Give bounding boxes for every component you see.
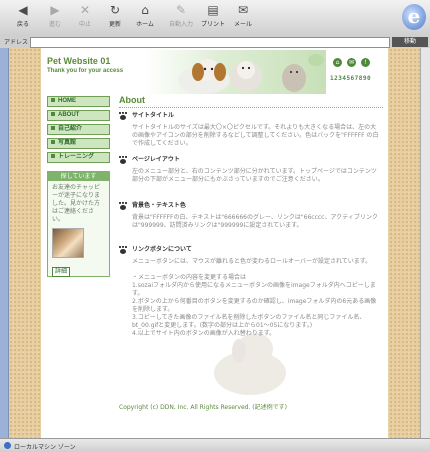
section-page-layout: ページレイアウト 左のメニュー部分と、右のコンテンツ部分に分かれています。トップ… xyxy=(119,155,385,184)
status-bar: ローカルマシン ゾーン xyxy=(0,438,430,452)
back-icon: ◀ xyxy=(18,3,28,17)
back-button[interactable]: ◀ 戻る xyxy=(8,3,38,28)
nav-bullet-icon xyxy=(51,112,55,117)
browser-toolbar: ◀ 戻る ▶ 進む ✕ 中止 ↻ 更新 ⌂ ホーム ✎ 自動入力 ▤ プリント … xyxy=(0,0,430,37)
pets-header-image xyxy=(146,50,326,94)
section-site-title: サイトタイトル サイトタイトルのサイズは最大〇×〇ピクセルです。それよりも大きく… xyxy=(119,111,385,148)
address-label: アドレス xyxy=(4,39,29,46)
section-colors: 背景色・テキスト色 背景は"FFFFFFの白、テキストは"666666のグレー、… xyxy=(119,201,385,230)
paw-icon xyxy=(119,111,127,120)
explorer-bar[interactable] xyxy=(0,48,9,438)
nav-label: 写真館 xyxy=(58,140,77,146)
section-body: 左のメニュー部分と、右のコンテンツ部分に分かれています。トップページではコンテン… xyxy=(132,168,377,183)
refresh-button[interactable]: ↻ 更新 xyxy=(100,3,130,28)
nav-photos[interactable]: 写真館 xyxy=(47,138,110,149)
site-subtitle: Thank you for your access xyxy=(47,68,124,74)
vertical-scrollbar[interactable] xyxy=(420,48,430,438)
lost-pet-box: 探しています お友達のチャッピーが迷子になりました。見かけた方はご連絡ください。… xyxy=(47,171,110,277)
mail-label: メール xyxy=(233,21,252,28)
page-viewport: Pet Website 01 Thank you for your access xyxy=(9,48,430,438)
stop-icon: ✕ xyxy=(79,3,91,17)
lost-pet-photo xyxy=(52,228,84,258)
nav-label: トレーニング xyxy=(58,154,95,160)
autofill-label: 自動入力 xyxy=(168,21,193,28)
copyright-footer: Copyright (c) DDN, Inc. All Rights Reser… xyxy=(119,404,287,411)
stop-button[interactable]: ✕ 中止 xyxy=(70,3,100,28)
title-divider xyxy=(119,107,383,108)
forward-icon: ▶ xyxy=(50,3,60,17)
home-label: ホーム xyxy=(136,21,154,28)
info-icon[interactable]: ! xyxy=(361,58,370,67)
autofill-button[interactable]: ✎ 自動入力 xyxy=(166,3,196,28)
refresh-label: 更新 xyxy=(108,21,121,28)
status-text: ローカルマシン ゾーン xyxy=(14,444,76,451)
stop-label: 中止 xyxy=(78,21,91,28)
print-label: プリント xyxy=(200,21,225,28)
access-counter: 1234567890 xyxy=(330,75,372,82)
section-heading: リンクボタンについて xyxy=(132,246,192,253)
print-button[interactable]: ▤ プリント xyxy=(198,3,228,28)
main-content: About サイトタイトル サイトタイトルのサイズは最大〇×〇ピクセルです。それ… xyxy=(119,95,385,438)
zone-icon xyxy=(4,442,11,449)
home-icon: ⌂ xyxy=(141,3,149,17)
print-icon: ▤ xyxy=(207,3,219,17)
nav-label: 自己紹介 xyxy=(58,126,83,132)
nav-bullet-icon xyxy=(51,98,55,103)
paw-icon xyxy=(119,155,127,164)
home-button[interactable]: ⌂ ホーム xyxy=(130,3,160,28)
lost-pet-text: お友達のチャッピーが迷子になりました。見かけた方はご連絡ください。 xyxy=(52,184,101,223)
home-icon[interactable]: ⌂ xyxy=(333,58,342,67)
go-button[interactable]: 移動 xyxy=(392,37,428,47)
back-label: 戻る xyxy=(16,21,29,28)
sidebar: HOME ABOUT 自己紹介 写真館 トレーニング 探しています お友達のチャ… xyxy=(41,95,113,438)
section-body: メニューボタンには、マウスが離れると色が変わるロールオーバーが設定されています。… xyxy=(132,258,377,337)
nav-profile[interactable]: 自己紹介 xyxy=(47,124,110,135)
mail-icon: ✉ xyxy=(237,3,249,17)
nav-bullet-icon xyxy=(51,126,55,131)
section-heading: サイトタイトル xyxy=(132,112,175,119)
site-title: Pet Website 01 xyxy=(47,56,111,66)
nav-bullet-icon xyxy=(51,154,55,159)
nav-home[interactable]: HOME xyxy=(47,96,110,107)
nav-training[interactable]: トレーニング xyxy=(47,152,110,163)
section-link-buttons: リンクボタンについて メニューボタンには、マウスが離れると色が変わるロールオーバ… xyxy=(119,245,385,338)
browser-logo-icon: e xyxy=(402,4,426,30)
section-heading: ページレイアウト xyxy=(132,156,180,163)
forward-label: 進む xyxy=(48,21,61,28)
nav-bullet-icon xyxy=(51,140,55,145)
nav-label: ABOUT xyxy=(58,112,80,118)
paw-icon xyxy=(119,201,127,210)
address-input[interactable] xyxy=(30,37,390,48)
section-body: 背景は"FFFFFFの白、テキストは"666666のグレー、リンクは"66ccc… xyxy=(132,214,378,229)
paw-icon xyxy=(119,245,127,254)
forward-button[interactable]: ▶ 進む xyxy=(40,3,70,28)
nav-label: HOME xyxy=(58,98,76,104)
page-title: About xyxy=(119,95,145,105)
section-body: サイトタイトルのサイズは最大〇×〇ピクセルです。それよりも大きくなる場合は、左の… xyxy=(132,124,379,147)
refresh-icon: ↻ xyxy=(109,3,121,17)
autofill-icon: ✎ xyxy=(175,3,187,17)
lost-pet-heading: 探しています xyxy=(48,172,109,181)
mail-button[interactable]: ✉ メール xyxy=(228,3,258,28)
mail-icon[interactable]: ✉ xyxy=(347,58,356,67)
details-button[interactable]: 詳細 xyxy=(52,267,71,277)
site-header: Pet Website 01 Thank you for your access xyxy=(41,48,388,95)
nav-about[interactable]: ABOUT xyxy=(47,110,110,121)
site-page: Pet Website 01 Thank you for your access xyxy=(41,48,388,438)
section-heading: 背景色・テキスト色 xyxy=(132,202,186,209)
